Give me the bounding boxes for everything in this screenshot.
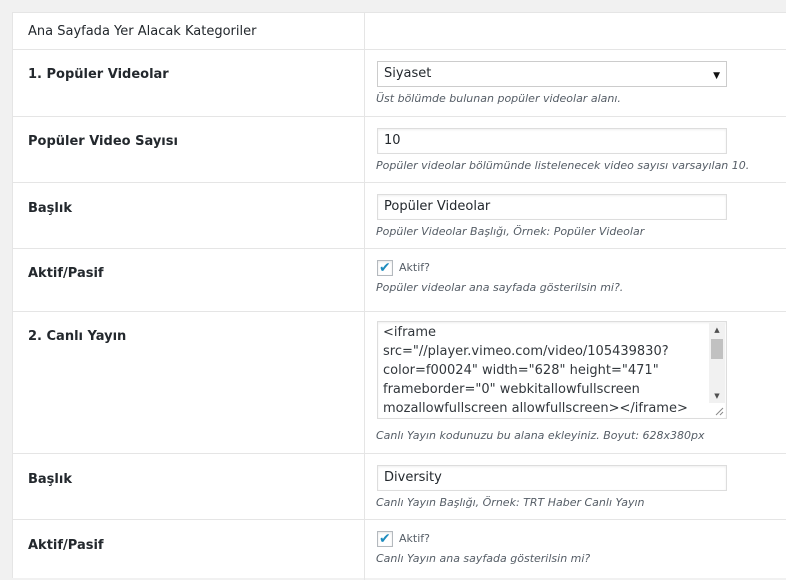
live-title-label: Başlık xyxy=(28,472,72,487)
live-active-checkbox[interactable]: ✔ xyxy=(377,531,393,547)
live-active-label: Aktif/Pasif xyxy=(28,538,104,553)
code-line: frameborder="0" webkitallowfullscreen xyxy=(383,382,640,397)
popular-videos-row: 1. Popüler Videolar Siyaset ▼ Üst bölümd… xyxy=(13,50,786,117)
live-label: 2. Canlı Yayın xyxy=(28,329,127,344)
popular-videos-label: 1. Popüler Videolar xyxy=(28,67,169,82)
code-line: mozallowfullscreen allowfullscreen></ifr… xyxy=(383,401,688,416)
popular-active-checkbox-label[interactable]: Aktif? xyxy=(399,261,430,274)
scrollbar-thumb[interactable] xyxy=(711,339,723,359)
checkmark-icon: ✔ xyxy=(379,531,391,547)
live-code-text: <iframe src="//player.vimeo.com/video/10… xyxy=(383,323,708,418)
code-line: <iframe xyxy=(383,325,437,340)
popular-videos-select[interactable]: Siyaset ▼ xyxy=(377,61,727,87)
popular-active-description: Popüler videolar ana sayfada gösterilsin… xyxy=(376,281,624,294)
code-line: color=f00024" width="628" height="471" xyxy=(383,363,659,378)
video-count-input[interactable]: 10 xyxy=(377,128,727,154)
popular-active-row: Aktif/Pasif ✔ Aktif? Popüler videolar an… xyxy=(13,249,786,312)
live-description: Canlı Yayın kodunuzu bu alana ekleyiniz.… xyxy=(376,429,705,442)
section-header-row: Ana Sayfada Yer Alacak Kategoriler xyxy=(13,13,786,50)
popular-videos-description: Üst bölümde bulunan popüler videolar ala… xyxy=(376,92,621,105)
popular-title-label: Başlık xyxy=(28,201,72,216)
live-title-input[interactable]: Diversity xyxy=(377,465,727,491)
live-active-description: Canlı Yayın ana sayfada gösterilsin mi? xyxy=(376,552,591,565)
popular-title-description: Popüler Videolar Başlığı, Örnek: Popüler… xyxy=(376,225,645,238)
chevron-down-icon: ▼ xyxy=(713,71,720,81)
settings-table: Ana Sayfada Yer Alacak Kategoriler 1. Po… xyxy=(12,12,786,580)
live-active-row: Aktif/Pasif ✔ Aktif? Canlı Yayın ana say… xyxy=(13,520,786,580)
video-count-label: Popüler Video Sayısı xyxy=(28,134,178,149)
video-count-description: Popüler videolar bölümünde listelenecek … xyxy=(376,159,750,172)
live-code-textarea[interactable]: <iframe src="//player.vimeo.com/video/10… xyxy=(377,321,727,419)
section-title: Ana Sayfada Yer Alacak Kategoriler xyxy=(28,24,257,39)
code-line: src="//player.vimeo.com/video/105439830? xyxy=(383,344,669,359)
checkmark-icon: ✔ xyxy=(379,260,391,276)
popular-videos-select-value: Siyaset xyxy=(384,66,432,81)
scroll-down-icon[interactable]: ▼ xyxy=(709,389,725,403)
popular-active-label: Aktif/Pasif xyxy=(28,266,104,281)
resize-grip-icon[interactable] xyxy=(714,406,724,416)
popular-active-checkbox[interactable]: ✔ xyxy=(377,260,393,276)
video-count-row: Popüler Video Sayısı 10 Popüler videolar… xyxy=(13,117,786,183)
popular-title-row: Başlık Popüler Videolar Popüler Videolar… xyxy=(13,183,786,249)
live-row: 2. Canlı Yayın <iframe src="//player.vim… xyxy=(13,312,786,454)
textarea-scrollbar[interactable]: ▲ ▼ xyxy=(709,323,725,403)
popular-title-input[interactable]: Popüler Videolar xyxy=(377,194,727,220)
live-title-row: Başlık Diversity Canlı Yayın Başlığı, Ör… xyxy=(13,454,786,520)
live-active-checkbox-label[interactable]: Aktif? xyxy=(399,532,430,545)
scroll-up-icon[interactable]: ▲ xyxy=(709,323,725,337)
live-title-description: Canlı Yayın Başlığı, Örnek: TRT Haber Ca… xyxy=(376,496,645,509)
